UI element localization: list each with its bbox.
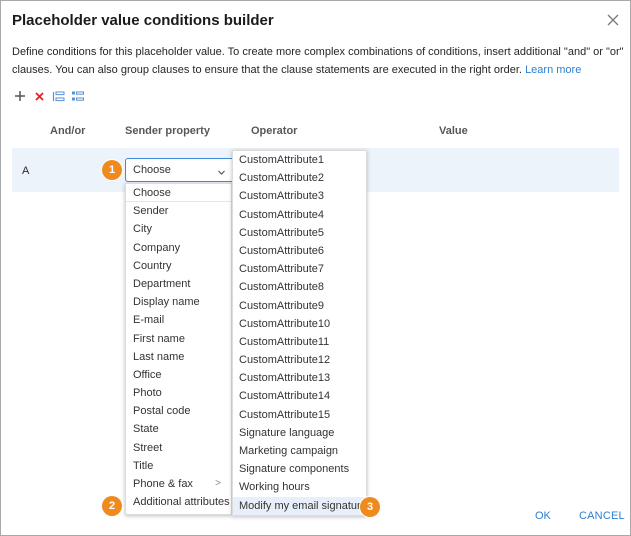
delete-icon[interactable]: [32, 89, 46, 103]
menu-item-last-name[interactable]: Last name: [126, 348, 231, 366]
menu-item-country[interactable]: Country: [126, 257, 231, 275]
header-and-or: And/or: [50, 125, 86, 137]
menu-item-company[interactable]: Company: [126, 239, 231, 257]
submenu-item[interactable]: CustomAttribute6: [233, 242, 366, 260]
header-sender-property: Sender property: [125, 125, 210, 137]
sender-property-select[interactable]: Choose: [125, 158, 234, 182]
menu-item-first-name[interactable]: First name: [126, 330, 231, 348]
sender-property-value: Choose: [133, 164, 171, 176]
submenu-item[interactable]: Working hours: [233, 478, 366, 496]
header-value: Value: [439, 125, 468, 137]
step-badge-1: 1: [102, 160, 122, 180]
submenu-item[interactable]: CustomAttribute10: [233, 315, 366, 333]
learn-more-link[interactable]: Learn more: [525, 64, 581, 76]
submenu-item[interactable]: CustomAttribute1: [233, 151, 366, 169]
submenu-item[interactable]: CustomAttribute3: [233, 187, 366, 205]
cancel-button[interactable]: CANCEL: [579, 510, 625, 522]
conditions-builder-dialog: Placeholder value conditions builder Def…: [0, 0, 631, 536]
menu-item-state[interactable]: State: [126, 420, 231, 438]
submenu-item[interactable]: CustomAttribute8: [233, 278, 366, 296]
menu-item-additional-attributes[interactable]: Additional attributes: [126, 493, 231, 511]
submenu-item[interactable]: CustomAttribute12: [233, 351, 366, 369]
menu-item-choose[interactable]: Choose: [126, 184, 231, 203]
conditions-toolbar: [13, 88, 84, 104]
menu-item-office[interactable]: Office: [126, 366, 231, 384]
submenu-item[interactable]: CustomAttribute14: [233, 387, 366, 405]
add-icon[interactable]: [13, 89, 27, 103]
submenu-item[interactable]: CustomAttribute2: [233, 169, 366, 187]
submenu-item[interactable]: CustomAttribute9: [233, 297, 366, 315]
menu-item-postal-code[interactable]: Postal code: [126, 402, 231, 420]
sender-property-menu: Choose Sender City Company Country Depar…: [125, 183, 232, 515]
menu-item-department[interactable]: Department: [126, 275, 231, 293]
menu-item-email[interactable]: E-mail: [126, 311, 231, 329]
menu-item-sender[interactable]: Sender: [126, 202, 231, 220]
step-badge-3: 3: [360, 497, 380, 517]
step-badge-2: 2: [102, 496, 122, 516]
submenu-item[interactable]: CustomAttribute7: [233, 260, 366, 278]
menu-item-phone-fax-label: Phone & fax: [133, 478, 193, 490]
menu-item-street[interactable]: Street: [126, 439, 231, 457]
group-icon[interactable]: [51, 89, 65, 103]
dialog-description: Define conditions for this placeholder v…: [12, 43, 624, 79]
additional-attributes-submenu: CustomAttribute1 CustomAttribute2 Custom…: [232, 150, 367, 516]
chevron-right-icon: >: [215, 478, 221, 489]
menu-item-phone-fax[interactable]: Phone & fax >: [126, 475, 231, 493]
condition-row-label: A: [22, 165, 30, 177]
submenu-item[interactable]: Signature components: [233, 460, 366, 478]
menu-item-photo[interactable]: Photo: [126, 384, 231, 402]
close-icon[interactable]: [605, 12, 621, 28]
ungroup-icon[interactable]: [70, 89, 84, 103]
submenu-item[interactable]: CustomAttribute13: [233, 369, 366, 387]
submenu-item[interactable]: CustomAttribute11: [233, 333, 366, 351]
ok-button[interactable]: OK: [535, 510, 551, 522]
menu-item-display-name[interactable]: Display name: [126, 293, 231, 311]
submenu-item[interactable]: CustomAttribute15: [233, 406, 366, 424]
chevron-down-icon: [217, 163, 226, 185]
menu-item-city[interactable]: City: [126, 220, 231, 238]
submenu-item[interactable]: Marketing campaign: [233, 442, 366, 460]
menu-item-title[interactable]: Title: [126, 457, 231, 475]
submenu-item[interactable]: CustomAttribute4: [233, 206, 366, 224]
dialog-title: Placeholder value conditions builder: [12, 12, 274, 29]
submenu-item[interactable]: CustomAttribute5: [233, 224, 366, 242]
submenu-item[interactable]: Signature language: [233, 424, 366, 442]
submenu-item-modify-signature[interactable]: Modify my email signature: [233, 496, 367, 515]
header-operator: Operator: [251, 125, 298, 137]
